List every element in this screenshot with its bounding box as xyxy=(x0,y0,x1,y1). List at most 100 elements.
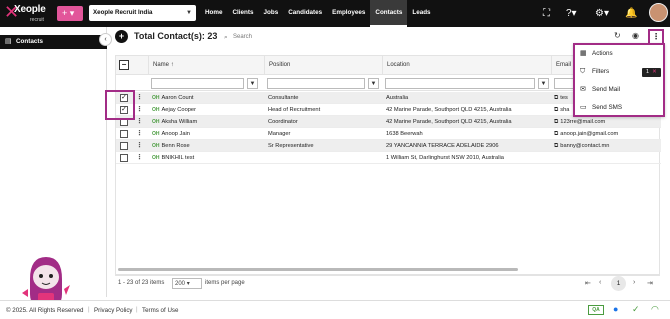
page-title: Total Contact(s): 23 xyxy=(134,31,218,41)
copyright-text: © 2025. All Rights Reserved xyxy=(6,307,84,314)
sidebar-item-label: Contacts xyxy=(16,38,43,45)
user-info-icon[interactable]: ● xyxy=(613,304,618,314)
nav-clients[interactable]: Clients xyxy=(228,0,259,27)
oh-tag: OH xyxy=(152,95,160,101)
row-menu-icon[interactable]: ⋮ xyxy=(136,116,143,128)
contact-location: 1638 Beerwah xyxy=(386,131,423,137)
fullscreen-icon[interactable]: ⛶ xyxy=(543,8,550,19)
contact-email[interactable]: banny@contact.mn xyxy=(560,143,609,149)
table-row[interactable]: ⋮ OH Anoop Jain Manager 1638 Beerwah ⧉ ano… xyxy=(116,128,661,140)
filter-input-name[interactable] xyxy=(151,78,244,89)
copy-icon[interactable]: ⧉ xyxy=(554,143,558,149)
footer: © 2025. All Rights Reserved | Privacy Po… xyxy=(0,300,670,319)
filter-count-badge[interactable]: 1 ✕ xyxy=(642,68,661,77)
nav-jobs[interactable]: Jobs xyxy=(259,0,284,27)
search-icon: ⌕ xyxy=(224,34,228,41)
add-contact-button[interactable]: + xyxy=(115,30,128,43)
nav-contacts[interactable]: Contacts xyxy=(370,0,408,27)
terms-of-use-link[interactable]: Terms of Use xyxy=(142,307,178,314)
next-page-icon[interactable]: › xyxy=(633,279,635,286)
copy-icon[interactable]: ⧉ xyxy=(554,119,558,125)
contact-location: 42 Marine Parade, Southport QLD 4215, Au… xyxy=(386,107,512,113)
filter-icon: ⛉ xyxy=(580,68,586,75)
prev-page-icon[interactable]: ‹ xyxy=(599,279,601,286)
avatar[interactable] xyxy=(649,3,668,22)
row-menu-icon[interactable]: ⋮ xyxy=(136,104,143,116)
first-page-icon[interactable]: ⇤ xyxy=(585,279,591,287)
bell-icon[interactable]: 🔔 xyxy=(625,8,637,19)
filter-icon[interactable]: ▼ xyxy=(538,78,549,89)
contact-name[interactable]: Benn Rose xyxy=(162,143,190,149)
nav-candidates[interactable]: Candidates xyxy=(283,0,327,27)
page-size-select[interactable]: 200 ▾ xyxy=(172,278,202,289)
row-checkbox[interactable] xyxy=(120,154,128,162)
table-row[interactable]: ⋮ OH Benn Rose Sr Representative 29 YANCA… xyxy=(116,140,661,152)
contact-name[interactable]: BNIKHIL test xyxy=(162,155,195,161)
row-menu-icon[interactable]: ⋮ xyxy=(136,140,143,152)
copy-icon[interactable]: ⧉ xyxy=(554,131,558,137)
sidebar-item-contacts[interactable]: ▤ Contacts xyxy=(0,35,107,49)
filter-icon[interactable]: ▼ xyxy=(368,78,379,89)
privacy-policy-link[interactable]: Privacy Policy xyxy=(94,307,133,314)
table-row[interactable]: ⋮ OH BNIKHIL test 1 William St, Darlinghu… xyxy=(116,152,661,164)
menu-item-filters[interactable]: ⛉ Filters 1 ✕ xyxy=(575,65,663,79)
chevron-down-icon: ▾ xyxy=(186,281,190,287)
xeople-logo[interactable]: ✕ Xeople recruit xyxy=(4,2,52,26)
contacts-icon: ▤ xyxy=(5,38,12,45)
search-input[interactable]: ⌕ Search xyxy=(224,32,604,43)
checkbox-highlight-frame xyxy=(105,90,135,120)
contact-location: 42 Marine Parade, Southport QLD 4215, Au… xyxy=(386,119,512,125)
last-page-icon[interactable]: ⇥ xyxy=(647,279,653,287)
contact-name[interactable]: Aksha William xyxy=(162,119,198,125)
copy-icon[interactable]: ⧉ xyxy=(554,107,558,113)
nav-home[interactable]: Home xyxy=(200,0,228,27)
table-row[interactable]: ⋮ OH Aksha William Coordinator 42 Marine … xyxy=(116,116,661,128)
contact-email[interactable]: tes xyxy=(560,95,568,101)
filter-icon[interactable]: ▼ xyxy=(247,78,258,89)
contact-email[interactable]: 123rre@mail.com xyxy=(560,119,605,125)
row-menu-icon[interactable]: ⋮ xyxy=(136,152,143,164)
row-menu-icon[interactable]: ⋮ xyxy=(136,92,143,104)
row-checkbox[interactable] xyxy=(120,130,128,138)
filter-input-location[interactable] xyxy=(385,78,535,89)
contact-name[interactable]: Aejay Cooper xyxy=(162,107,196,113)
wifi-icon: ◠ xyxy=(651,304,659,314)
column-header-position[interactable]: Position xyxy=(264,56,382,75)
column-header-name[interactable]: Name ↑ xyxy=(148,56,264,75)
column-header-location[interactable]: Location xyxy=(382,56,551,75)
filter-input-position[interactable] xyxy=(267,78,365,89)
contact-email[interactable]: anoop.jain@gmail.com xyxy=(560,131,618,137)
select-all-checkbox[interactable]: − xyxy=(119,60,129,70)
menu-item-send-mail[interactable]: ✉ Send Mail xyxy=(575,83,663,97)
row-checkbox[interactable] xyxy=(120,142,128,150)
contact-position: Consultante xyxy=(268,95,299,101)
sidebar: ▤ Contacts xyxy=(0,27,107,309)
menu-item-actions[interactable]: ▦ Actions xyxy=(575,47,663,61)
check-circle-icon[interactable]: ✓ xyxy=(632,304,640,315)
current-page-button[interactable]: 1 xyxy=(611,276,626,291)
refresh-icon[interactable]: ↻ xyxy=(614,31,621,40)
contact-name[interactable]: Anoop Jain xyxy=(162,131,190,137)
oh-tag: OH xyxy=(152,119,160,125)
nav-employees[interactable]: Employees xyxy=(327,0,370,27)
clear-filter-icon[interactable]: ✕ xyxy=(652,69,657,75)
settings-icon[interactable]: ⚙▾ xyxy=(595,8,609,19)
main-nav: Home Clients Jobs Candidates Employees C… xyxy=(200,0,436,27)
contact-position xyxy=(268,152,382,164)
nav-leads[interactable]: Leads xyxy=(407,0,435,27)
horizontal-scrollbar[interactable] xyxy=(118,268,518,271)
contact-email[interactable]: sha xyxy=(560,107,569,113)
quick-add-button[interactable]: + ▾ xyxy=(57,6,83,21)
pager-info: 1 - 23 of 23 items xyxy=(118,280,165,286)
organization-select[interactable]: Xeople Recruit India ▼ xyxy=(89,5,196,21)
contact-name[interactable]: Aaron Count xyxy=(162,95,194,101)
menu-item-send-sms[interactable]: ▭ Send SMS xyxy=(575,101,663,115)
contact-location: Australia xyxy=(386,95,409,101)
row-menu-icon[interactable]: ⋮ xyxy=(136,128,143,140)
column-settings-icon[interactable]: ◉ xyxy=(632,31,639,40)
copy-icon[interactable]: ⧉ xyxy=(554,95,558,101)
sidebar-collapse-button[interactable]: ‹ xyxy=(99,33,112,46)
actions-dropdown-menu: ▦ Actions ⛉ Filters 1 ✕ ✉ Send Mail ▭ Sen… xyxy=(573,43,665,117)
help-icon[interactable]: ?▾ xyxy=(566,8,577,19)
contact-position: Coordinator xyxy=(268,119,298,125)
